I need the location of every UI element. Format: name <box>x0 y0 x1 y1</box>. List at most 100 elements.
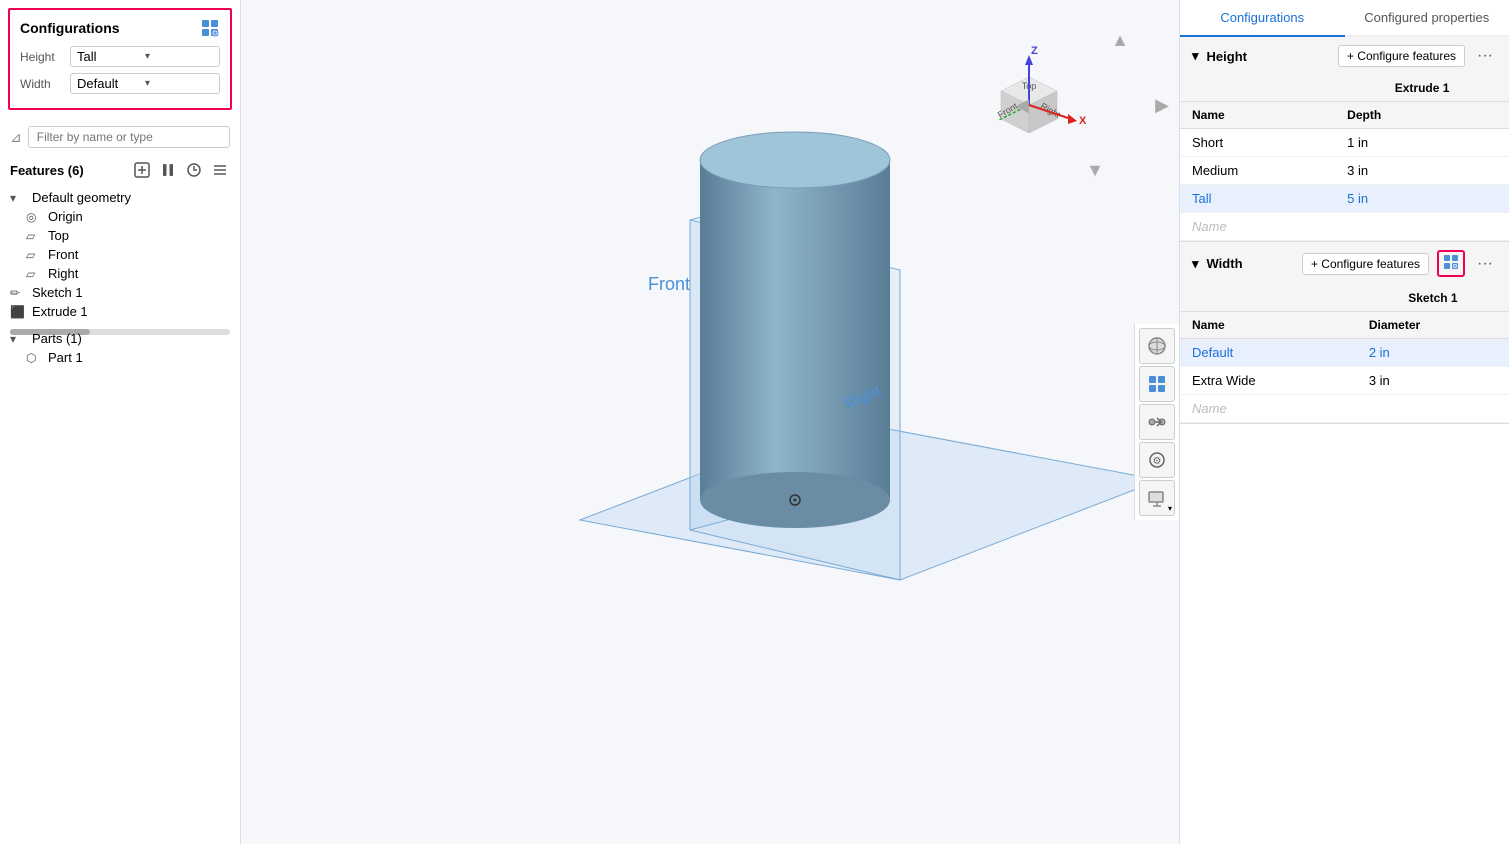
height-table-row[interactable]: Tall5 in <box>1180 185 1509 213</box>
width-label: Width <box>20 77 70 91</box>
tree-right[interactable]: ▱ Right <box>16 264 240 283</box>
height-collapse-icon[interactable]: ▾ <box>1192 48 1199 64</box>
front-label: Front <box>48 247 78 262</box>
height-select[interactable]: Tall ▾ <box>70 46 220 67</box>
width-section-title: Width <box>1207 256 1243 271</box>
height-section-header: ▾ Height + Configure features ··· <box>1180 37 1509 75</box>
width-row-value: 3 in <box>1357 367 1509 395</box>
height-arrow-icon: ▾ <box>145 51 213 62</box>
width-configure-btn[interactable]: + Configure features <box>1302 253 1429 275</box>
width-actions: + Configure features ··· <box>1302 250 1497 277</box>
height-section-title: Height <box>1207 49 1247 64</box>
pause-icon[interactable] <box>158 160 178 180</box>
height-extrude-header: Extrude 1 <box>1335 75 1509 102</box>
add-feature-icon[interactable] <box>132 160 152 180</box>
features-toolbar <box>132 160 230 180</box>
filter-input[interactable] <box>28 126 230 148</box>
width-sketch-header: Sketch 1 <box>1357 285 1509 312</box>
config-grid-icon <box>200 18 220 38</box>
height-col-name: Name <box>1180 102 1335 129</box>
height-col-depth: Depth <box>1335 102 1509 129</box>
list-icon[interactable] <box>210 160 230 180</box>
config-title-label: Configurations <box>20 20 120 36</box>
tree-top[interactable]: ▱ Top <box>16 226 240 245</box>
filter-area: ⊿ <box>0 118 240 156</box>
width-row-value: 2 in <box>1357 339 1509 367</box>
view-arrows: ▲ <box>1111 30 1129 51</box>
width-section: ▾ Width + Configure features ··· <box>1180 242 1509 424</box>
width-name-placeholder: Name <box>1180 395 1357 423</box>
tab-configurations[interactable]: Configurations <box>1180 0 1345 37</box>
view-right-arrow[interactable]: ▶ <box>1155 95 1169 116</box>
tree-sketch1[interactable]: ✏ Sketch 1 <box>0 283 240 302</box>
height-row-name: Medium <box>1180 157 1335 185</box>
width-section-header: ▾ Width + Configure features ··· <box>1180 242 1509 285</box>
plane-icon-right: ▱ <box>26 267 42 281</box>
right-tabs: Configurations Configured properties <box>1180 0 1509 37</box>
sketch-icon: ✏ <box>10 286 26 300</box>
width-placeholder-row[interactable]: Name <box>1180 395 1509 423</box>
view-down-arrow[interactable]: ▼ <box>1086 160 1104 181</box>
tree-extrude1[interactable]: ⬛ Extrude 1 <box>0 302 240 321</box>
height-row-value: 5 in <box>1335 185 1509 213</box>
tool-display-btn[interactable]: ▾ <box>1139 480 1175 516</box>
rebuild-icon[interactable] <box>184 160 204 180</box>
features-header: Features (6) <box>0 156 240 184</box>
plane-icon-top: ▱ <box>26 229 42 243</box>
side-toolbar: ⚙ ▾ <box>1134 324 1179 520</box>
view-up-arrow[interactable]: ▲ <box>1111 30 1129 51</box>
tool-config-btn[interactable] <box>1139 366 1175 402</box>
width-grid-icon <box>1437 250 1465 277</box>
width-table-row[interactable]: Extra Wide3 in <box>1180 367 1509 395</box>
feature-tree: ▾ Default geometry ◎ Origin ▱ Top ▱ Fron… <box>0 184 240 844</box>
height-label: Height <box>20 50 70 64</box>
plane-icon-front: ▱ <box>26 248 42 262</box>
tree-parts[interactable]: ▾ Parts (1) <box>0 329 240 348</box>
tool-assembly-btn[interactable] <box>1139 404 1175 440</box>
height-actions: + Configure features ··· <box>1338 45 1497 67</box>
height-table: Extrude 1 Name Depth Short1 inMedium3 in… <box>1180 75 1509 241</box>
left-panel: Configurations Height Tall ▾ <box>0 0 241 844</box>
default-geometry-label: Default geometry <box>32 190 131 205</box>
width-more-btn[interactable]: ··· <box>1473 255 1497 273</box>
3d-viewport[interactable]: Front Right Top Front Right Z X <box>241 0 1179 844</box>
tree-default-geometry[interactable]: ▾ Default geometry <box>0 188 240 207</box>
width-arrow-icon: ▾ <box>145 78 213 89</box>
configurations-panel: Configurations Height Tall ▾ <box>8 8 232 110</box>
width-collapse-icon[interactable]: ▾ <box>1192 256 1199 272</box>
svg-text:Front: Front <box>648 274 690 294</box>
part-icon: ⬡ <box>26 351 42 365</box>
tab-configured-properties[interactable]: Configured properties <box>1345 0 1509 35</box>
width-col-name: Name <box>1180 312 1357 339</box>
height-row-name: Short <box>1180 129 1335 157</box>
height-more-btn[interactable]: ··· <box>1473 47 1497 65</box>
right-panel: Configurations Configured properties ▾ H… <box>1179 0 1509 844</box>
sketch1-label: Sketch 1 <box>32 285 83 300</box>
part1-label: Part 1 <box>48 350 83 365</box>
height-table-row[interactable]: Short1 in <box>1180 129 1509 157</box>
width-col-diameter: Diameter <box>1357 312 1509 339</box>
extrude1-label: Extrude 1 <box>32 304 88 319</box>
height-placeholder-row[interactable]: Name <box>1180 213 1509 241</box>
width-config-row: Width Default ▾ <box>20 73 220 94</box>
origin-icon: ◎ <box>26 210 42 224</box>
extrude-icon: ⬛ <box>10 305 26 319</box>
svg-text:⚙: ⚙ <box>1153 456 1162 467</box>
height-table-row[interactable]: Medium3 in <box>1180 157 1509 185</box>
tree-front[interactable]: ▱ Front <box>16 245 240 264</box>
viewport-svg: Front Right <box>241 0 1179 844</box>
height-configure-btn[interactable]: + Configure features <box>1338 45 1465 67</box>
width-table-row[interactable]: Default2 in <box>1180 339 1509 367</box>
height-name-placeholder: Name <box>1180 213 1335 241</box>
width-select[interactable]: Default ▾ <box>70 73 220 94</box>
tree-part1[interactable]: ⬡ Part 1 <box>16 348 240 367</box>
origin-label: Origin <box>48 209 83 224</box>
tree-origin[interactable]: ◎ Origin <box>16 207 240 226</box>
filter-icon: ⊿ <box>10 129 22 146</box>
view-left-arrow[interactable]: ◀ <box>1015 95 1029 116</box>
tool-unknown-btn[interactable]: ⚙ <box>1139 442 1175 478</box>
parts-title: Parts (1) <box>32 331 82 346</box>
top-label: Top <box>48 228 69 243</box>
height-row-value: 1 in <box>1335 129 1509 157</box>
tool-material-btn[interactable] <box>1139 328 1175 364</box>
